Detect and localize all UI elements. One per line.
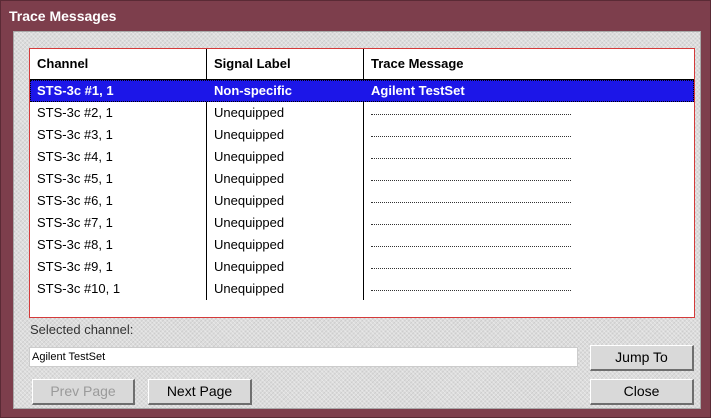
cell-trace-message (364, 146, 694, 168)
table-row[interactable]: STS-3c #1, 1 Non-specific Agilent TestSe… (30, 80, 694, 102)
cell-trace-message (364, 256, 694, 278)
cell-channel: STS-3c #7, 1 (30, 212, 207, 234)
empty-trace-placeholder (371, 102, 571, 115)
empty-trace-placeholder (371, 212, 571, 225)
title-bar[interactable]: Trace Messages (1, 1, 710, 31)
cell-signal-label: Unequipped (207, 168, 364, 190)
cell-channel: STS-3c #9, 1 (30, 256, 207, 278)
empty-trace-placeholder (371, 278, 571, 291)
next-page-button[interactable]: Next Page (148, 379, 252, 405)
cell-trace-message (364, 278, 694, 300)
empty-trace-placeholder (371, 124, 571, 137)
selected-channel-field[interactable]: Agilent TestSet (29, 347, 578, 367)
cell-channel: STS-3c #6, 1 (30, 190, 207, 212)
empty-trace-placeholder (371, 168, 571, 181)
column-header-channel[interactable]: Channel (30, 49, 207, 79)
table-row[interactable]: STS-3c #3, 1 Unequipped (30, 124, 694, 146)
window-title: Trace Messages (9, 8, 117, 24)
content-panel: Channel Signal Label Trace Message STS-3… (13, 31, 701, 409)
trace-messages-window: Trace Messages Channel Signal Label Trac… (0, 0, 711, 418)
cell-signal-label: Non-specific (207, 80, 364, 102)
table-row[interactable]: STS-3c #8, 1 Unequipped (30, 234, 694, 256)
cell-channel: STS-3c #4, 1 (30, 146, 207, 168)
cell-trace-message (364, 190, 694, 212)
cell-channel: STS-3c #5, 1 (30, 168, 207, 190)
column-header-signal-label[interactable]: Signal Label (207, 49, 364, 79)
selected-channel-label: Selected channel: (30, 322, 134, 337)
cell-signal-label: Unequipped (207, 234, 364, 256)
empty-trace-placeholder (371, 190, 571, 203)
cell-signal-label: Unequipped (207, 212, 364, 234)
cell-trace-message: Agilent TestSet (371, 83, 465, 98)
prev-page-button[interactable]: Prev Page (32, 379, 135, 405)
cell-channel: STS-3c #1, 1 (30, 80, 207, 102)
table-body: STS-3c #1, 1 Non-specific Agilent TestSe… (30, 80, 694, 317)
cell-signal-label: Unequipped (207, 190, 364, 212)
trace-table: Channel Signal Label Trace Message STS-3… (29, 48, 695, 318)
empty-trace-placeholder (371, 146, 571, 159)
table-row[interactable]: STS-3c #9, 1 Unequipped (30, 256, 694, 278)
cell-signal-label: Unequipped (207, 278, 364, 300)
table-row[interactable]: STS-3c #2, 1 Unequipped (30, 102, 694, 124)
cell-signal-label: Unequipped (207, 256, 364, 278)
close-button[interactable]: Close (590, 379, 694, 405)
table-row[interactable]: STS-3c #7, 1 Unequipped (30, 212, 694, 234)
cell-trace-message (364, 124, 694, 146)
empty-trace-placeholder (371, 234, 571, 247)
cell-channel: STS-3c #10, 1 (30, 278, 207, 300)
table-row[interactable]: STS-3c #4, 1 Unequipped (30, 146, 694, 168)
table-row[interactable]: STS-3c #6, 1 Unequipped (30, 190, 694, 212)
cell-channel: STS-3c #2, 1 (30, 102, 207, 124)
cell-channel: STS-3c #3, 1 (30, 124, 207, 146)
column-header-trace-message[interactable]: Trace Message (364, 49, 694, 79)
cell-trace-message (364, 234, 694, 256)
cell-trace-message (364, 212, 694, 234)
cell-signal-label: Unequipped (207, 146, 364, 168)
empty-trace-placeholder (371, 256, 571, 269)
cell-channel: STS-3c #8, 1 (30, 234, 207, 256)
table-row[interactable]: STS-3c #10, 1 Unequipped (30, 278, 694, 300)
table-row[interactable]: STS-3c #5, 1 Unequipped (30, 168, 694, 190)
cell-signal-label: Unequipped (207, 124, 364, 146)
cell-signal-label: Unequipped (207, 102, 364, 124)
cell-trace-message (364, 102, 694, 124)
cell-trace-message (364, 168, 694, 190)
table-header: Channel Signal Label Trace Message (30, 49, 694, 80)
jump-to-button[interactable]: Jump To (590, 345, 694, 371)
